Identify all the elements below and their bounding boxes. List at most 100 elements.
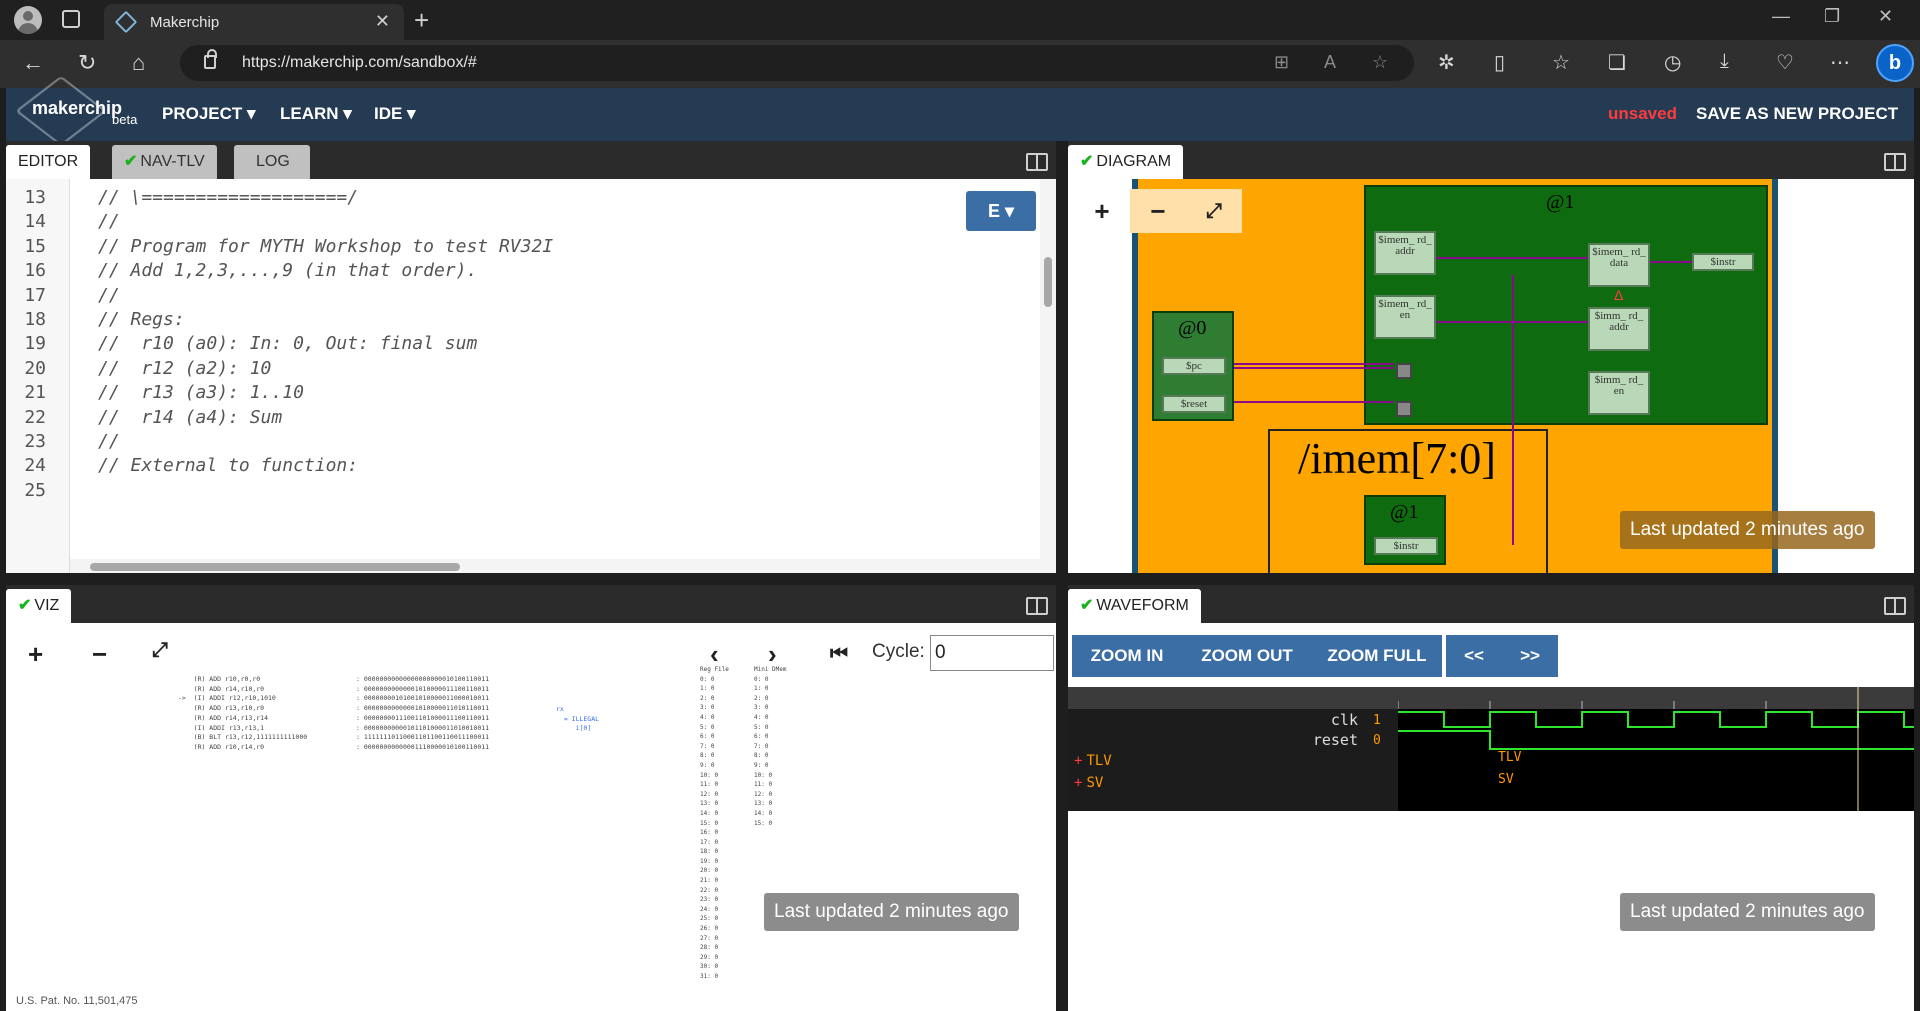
waveform-canvas[interactable]: ZOOM IN ZOOM OUT ZOOM FULL << >> clk res… [1068, 623, 1914, 1011]
code-line[interactable]: // External to function: [98, 455, 358, 476]
signal-imem-rd-en[interactable]: $imem_ rd_ en [1374, 295, 1436, 339]
zoom-out-button[interactable]: ZOOM OUT [1182, 635, 1312, 677]
tlv-wave-label: TLV [1498, 750, 1522, 765]
sv-wave-label: SV [1498, 772, 1514, 787]
home-icon[interactable]: ⌂ [132, 50, 145, 76]
signal-reset[interactable]: $reset [1162, 395, 1226, 413]
viz-zoom-out-icon[interactable]: − [92, 639, 107, 670]
scroll-left-button[interactable]: << [1446, 635, 1502, 677]
editor-mode-button[interactable]: E ▾ [966, 191, 1036, 231]
new-tab-icon[interactable]: + [414, 5, 429, 36]
maximize-pane-icon[interactable] [1026, 597, 1048, 615]
line-number: 20 [24, 357, 46, 379]
instruction-bits: : 00000000000000000000010100110011 : 000… [356, 675, 490, 751]
maximize-pane-icon[interactable] [1026, 153, 1048, 171]
back-icon[interactable]: ← [22, 50, 44, 76]
code-line[interactable]: // \===================/ [98, 187, 358, 208]
signal-imem-rd-addr[interactable]: $imem_ rd_ addr [1374, 231, 1436, 275]
signal-clk-name[interactable]: clk [1331, 711, 1358, 729]
stage-1b-label: @1 [1390, 501, 1419, 523]
diagram-zoom-out-icon[interactable]: − [1130, 189, 1186, 233]
tab-actions-icon[interactable] [62, 10, 80, 28]
refresh-icon[interactable]: ↻ [78, 50, 96, 76]
minimize-icon[interactable]: — [1772, 6, 1790, 27]
viz-zoom-in-icon[interactable]: + [28, 639, 43, 670]
viz-fit-icon[interactable]: ⤢ [152, 639, 168, 662]
code-line[interactable]: // Program for MYTH Workshop to test RV3… [98, 236, 553, 257]
diagram-zoom-in-icon[interactable]: + [1074, 189, 1130, 233]
mux-node[interactable] [1396, 363, 1412, 379]
scroll-thumb[interactable] [1044, 257, 1052, 307]
group-sv-label: SV [1086, 775, 1104, 791]
read-aloud-icon[interactable]: A [1324, 52, 1336, 73]
zoom-in-button[interactable]: ZOOM IN [1072, 635, 1182, 677]
diagram-canvas[interactable]: @1 $imem_ rd_ addr $imem_ rd_ en $imem_ … [1068, 179, 1914, 573]
tab-diagram[interactable]: ✔ DIAGRAM [1068, 145, 1184, 179]
signal-instr-bottom[interactable]: $instr [1374, 537, 1438, 555]
menu-ide[interactable]: IDE ▾ [374, 104, 416, 124]
collections-icon[interactable]: ❏ [1608, 50, 1626, 75]
cycle-input[interactable] [930, 635, 1054, 671]
zoom-full-button[interactable]: ZOOM FULL [1312, 635, 1442, 677]
scroll-right-button[interactable]: >> [1502, 635, 1558, 677]
window-close-icon[interactable]: ✕ [1878, 6, 1893, 27]
extensions-icon[interactable]: ✲ [1438, 50, 1455, 75]
waveform-area[interactable]: clk reset 1 0 + TLV + SV TLV SV [1068, 687, 1914, 811]
makerchip-logo[interactable]: makerchip [32, 98, 122, 119]
line-number: 16 [24, 260, 46, 282]
maximize-pane-icon[interactable] [1884, 153, 1906, 171]
menu-learn[interactable]: LEARN ▾ [280, 104, 352, 124]
signal-reset-name[interactable]: reset [1313, 731, 1358, 749]
tab-nav-tlv[interactable]: ✔ NAV-TLV [112, 145, 217, 179]
signal-imem-rd-data[interactable]: $imem_ rd_ data [1588, 243, 1650, 287]
go-to-start-icon[interactable]: ⏮ [830, 643, 848, 666]
editor-vertical-scrollbar[interactable] [1040, 179, 1056, 573]
maximize-pane-icon[interactable] [1884, 597, 1906, 615]
code-editor[interactable]: 13 14 15 16 17 18 19 20 21 22 23 24 25 // \=========… [6, 179, 1056, 573]
group-sv[interactable]: + SV [1074, 775, 1103, 791]
tab-log[interactable]: LOG [234, 145, 310, 179]
menu-project[interactable]: PROJECT ▾ [162, 104, 256, 124]
signal-imm-rd-en[interactable]: $imm_ rd_ en [1588, 371, 1650, 415]
history-icon[interactable]: ◷ [1664, 50, 1681, 75]
url-field[interactable]: https://makerchip.com/sandbox/# ⊞ A ☆ [180, 45, 1414, 81]
favorites-icon[interactable]: ☆ [1552, 50, 1570, 75]
split-screen-icon[interactable]: ▯ [1494, 50, 1505, 75]
diagram-fit-icon[interactable]: ⤢ [1186, 189, 1242, 233]
code-line[interactable]: // r12 (a2): 10 [98, 358, 271, 379]
code-line[interactable]: // r13 (a3): 1..10 [98, 382, 304, 403]
signal-instr[interactable]: $instr [1692, 253, 1754, 271]
app-available-icon[interactable]: ⊞ [1274, 52, 1289, 73]
download-icon[interactable]: ⤓ [1720, 50, 1729, 73]
mux-node[interactable] [1396, 401, 1412, 417]
scroll-thumb[interactable] [90, 563, 460, 571]
save-as-new-project-button[interactable]: SAVE AS NEW PROJECT [1696, 104, 1898, 124]
tab-viz[interactable]: ✔ VIZ [6, 589, 72, 623]
more-icon[interactable]: ⋯ [1830, 50, 1850, 75]
code-line[interactable]: // r14 (a4): Sum [98, 407, 282, 428]
editor-horizontal-scrollbar[interactable] [70, 559, 1040, 573]
restore-icon[interactable]: ❐ [1824, 6, 1840, 27]
code-line[interactable]: // Regs: [98, 309, 185, 330]
code-line[interactable]: // r10 (a0): In: 0, Out: final sum [98, 333, 477, 354]
favorite-star-icon[interactable]: ☆ [1372, 52, 1388, 73]
close-tab-icon[interactable]: ✕ [375, 11, 390, 32]
performance-icon[interactable]: ♡ [1776, 50, 1794, 75]
code-line[interactable]: // [98, 285, 120, 306]
code-line[interactable]: // Add 1,2,3,...,9 (in that order). [98, 260, 477, 281]
browser-tab[interactable]: Makerchip ✕ [104, 4, 404, 40]
profile-icon[interactable] [14, 6, 42, 34]
tab-waveform[interactable]: ✔ WAVEFORM [1068, 589, 1201, 623]
signal-pc[interactable]: $pc [1162, 357, 1226, 375]
code-line[interactable]: // [98, 211, 120, 232]
imem-label: /imem[7:0] [1298, 434, 1496, 483]
signal-imm-rd-addr[interactable]: $imm_ rd_ addr [1588, 307, 1650, 351]
tab-editor[interactable]: EDITOR [6, 145, 91, 179]
check-icon: ✔ [18, 597, 32, 614]
viz-updated-toast: Last updated 2 minutes ago [764, 893, 1019, 931]
copilot-icon[interactable]: b [1876, 44, 1914, 82]
group-tlv[interactable]: + TLV [1074, 753, 1112, 769]
code-line[interactable]: // [98, 431, 120, 452]
illegal-instr-marker: rx = ILLEGAL i[0] [556, 705, 600, 733]
viz-canvas[interactable]: + − ⤢ ‹ › ⏮ Cycle: (R) ADD r10,r0,r0 (R)… [6, 623, 1056, 1011]
